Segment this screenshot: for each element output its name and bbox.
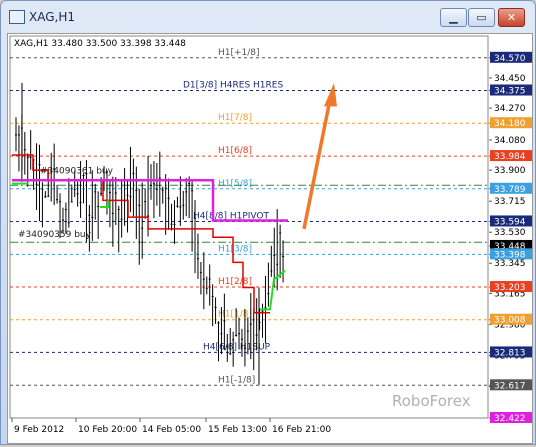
x-tick-label: 16 Feb 21:00 <box>272 425 331 435</box>
y-tick-label: 34.080 <box>494 136 526 146</box>
minimize-button[interactable]: ▁ <box>440 8 467 27</box>
level-label: H1[2/8] <box>218 277 252 287</box>
maximize-button[interactable]: ▭ <box>468 8 495 27</box>
level-label: H1[7/8] <box>218 113 252 123</box>
price-box-label: 33.008 <box>494 316 526 326</box>
price-box-label: 34.180 <box>494 119 526 129</box>
price-box-label: 34.375 <box>494 86 526 96</box>
close-button[interactable]: ✕ <box>498 8 525 27</box>
price-box-label: 32.617 <box>494 381 526 391</box>
level-label: H1[1/8] <box>218 310 252 320</box>
chart-area[interactable]: H1[+1/8] D1[3/8] H4RES H1RES H1[7/8] H1[6/8… <box>7 33 533 444</box>
price-chart[interactable]: H1[+1/8] D1[3/8] H4RES H1RES H1[7/8] H1[6/8… <box>8 34 532 443</box>
x-tick-label: 14 Feb 05:00 <box>142 425 201 435</box>
y-tick-label: 33.715 <box>494 197 526 207</box>
watermark: RoboForex <box>392 392 471 410</box>
level-label: H4[6/8] H1SUP <box>203 342 271 352</box>
y-tick-label: 34.450 <box>494 74 526 84</box>
x-tick-label: 10 Feb 20:00 <box>78 425 137 435</box>
price-box-label: 33.984 <box>494 152 526 162</box>
window-title: XAG,H1 <box>29 10 75 24</box>
level-label: H1[5/8] <box>218 179 252 189</box>
price-box-label: 33.398 <box>494 250 526 260</box>
y-tick-label: 33.530 <box>494 228 526 238</box>
order-label: #34090359 buy <box>18 230 92 240</box>
plot-frame <box>9 35 489 419</box>
level-label: H1[+1/8] <box>218 48 260 58</box>
y-tick-label: 33.345 <box>494 259 526 269</box>
price-box-label: 33.789 <box>494 185 526 195</box>
price-box-label: 32.422 <box>494 414 526 424</box>
chart-icon <box>9 10 25 24</box>
symbol-info: XAG,H1 33.480 33.500 33.398 33.448 <box>14 39 186 49</box>
price-box-label: 33.594 <box>494 217 526 227</box>
title-bar[interactable]: XAG,H1 ▁ ▭ ✕ <box>5 4 531 30</box>
x-tick-label: 9 Feb 2012 <box>14 425 64 435</box>
level-label: H1[6/8] <box>218 146 252 156</box>
chart-window: XAG,H1 ▁ ▭ ✕ H1[+1/8] D1[3/8] H4RES H1RES… <box>0 0 536 445</box>
price-box-label: 33.203 <box>494 283 526 293</box>
order-label: #34090361 buy <box>40 167 114 177</box>
level-label: H1[-1/8] <box>218 375 255 385</box>
level-label: D1[3/8] H4RES H1RES <box>183 80 283 90</box>
price-box-label: 32.813 <box>494 348 526 358</box>
y-tick-label: 33.900 <box>494 166 526 176</box>
y-tick-label: 34.270 <box>494 104 526 114</box>
x-tick-label: 15 Feb 13:00 <box>208 425 267 435</box>
level-label: H1[3/8] <box>218 244 252 254</box>
price-box-label: 34.570 <box>494 54 526 64</box>
